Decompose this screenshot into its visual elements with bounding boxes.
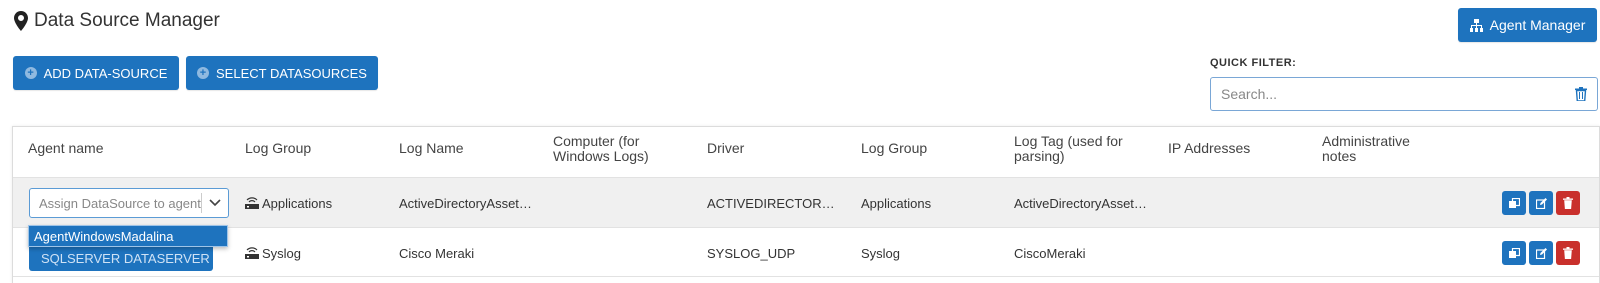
copy-icon [1508,247,1520,258]
plus-circle-icon: + [24,67,37,79]
column-header-computer[interactable]: Computer (for Windows Logs) [553,134,673,164]
driver-cell: ACTIVEDIRECTOR… [707,195,835,211]
clear-filter-button[interactable] [1564,77,1598,111]
edit-button[interactable] [1529,191,1553,215]
delete-button[interactable] [1556,241,1580,265]
log-group-text: Applications [262,195,333,211]
page-title-text: Data Source Manager [34,10,220,31]
edit-icon [1535,247,1547,259]
column-header-log-tag[interactable]: Log Tag (used for parsing) [1014,134,1134,164]
edit-button[interactable] [1529,241,1553,265]
column-header-log-name[interactable]: Log Name [399,141,464,156]
driver-cell: SYSLOG_UDP [707,245,796,261]
table-row: SQLSERVER DATASERVER Syslog Cisco Meraki… [13,227,1599,277]
column-header-admin-notes[interactable]: Administrative notes [1322,134,1432,164]
assign-agent-select[interactable]: Assign DataSource to agent [29,188,229,218]
column-header-agent-name[interactable]: Agent name [28,141,104,156]
agent-option-label: AgentWindowsMadalina [34,228,174,244]
agent-dropdown-option[interactable]: AgentWindowsMadalina [28,225,228,247]
log-name-cell: ActiveDirectoryAsset… [399,195,532,211]
log-group-cell: Applications [245,178,332,228]
assign-agent-placeholder: Assign DataSource to agent [39,195,201,211]
edit-icon [1535,197,1547,209]
log-tag-cell: ActiveDirectoryAsset… [1014,195,1147,211]
agent-manager-button[interactable]: Agent Manager [1458,8,1597,42]
column-header-log-group-2[interactable]: Log Group [861,141,927,156]
copy-icon [1508,197,1520,208]
log-group-2-cell: Syslog [861,245,901,261]
search-input[interactable] [1210,77,1565,111]
plus-circle-icon: + [197,67,209,79]
delete-button[interactable] [1556,191,1580,215]
copy-button[interactable] [1502,191,1526,215]
page-title: Data Source Manager [14,10,220,32]
map-pin-icon [14,11,28,31]
column-header-ip-addresses[interactable]: IP Addresses [1168,141,1250,156]
sitemap-icon [1469,18,1483,32]
log-group-text: Syslog [262,245,302,261]
trash-icon [1563,197,1573,209]
log-group-cell: Syslog [245,228,301,278]
log-tag-cell: CiscoMeraki [1014,245,1086,261]
quick-filter-label: QUICK FILTER: [1210,57,1297,69]
table-row: Assign DataSource to agent Applications … [13,177,1599,227]
agent-manager-label: Agent Manager [1489,17,1586,33]
log-name-cell: Cisco Meraki [399,245,475,261]
data-source-table: Agent name Log Group Log Name Computer (… [12,126,1600,283]
column-header-driver[interactable]: Driver [707,141,744,156]
trash-icon [1574,87,1587,101]
add-data-source-label: ADD DATA-SOURCE [43,65,168,81]
trash-icon [1563,247,1573,259]
copy-button[interactable] [1502,241,1526,265]
chevron-down-icon[interactable] [202,199,228,207]
agent-assigned-label: SQLSERVER DATASERVER [41,251,210,266]
select-datasources-button[interactable]: + SELECT DATASOURCES [186,56,378,90]
network-icon [245,197,259,209]
column-header-log-group[interactable]: Log Group [245,141,311,156]
log-group-2-cell: Applications [861,195,932,211]
add-data-source-button[interactable]: + ADD DATA-SOURCE [13,56,179,90]
select-datasources-label: SELECT DATASOURCES [216,65,367,81]
network-icon [245,247,259,259]
